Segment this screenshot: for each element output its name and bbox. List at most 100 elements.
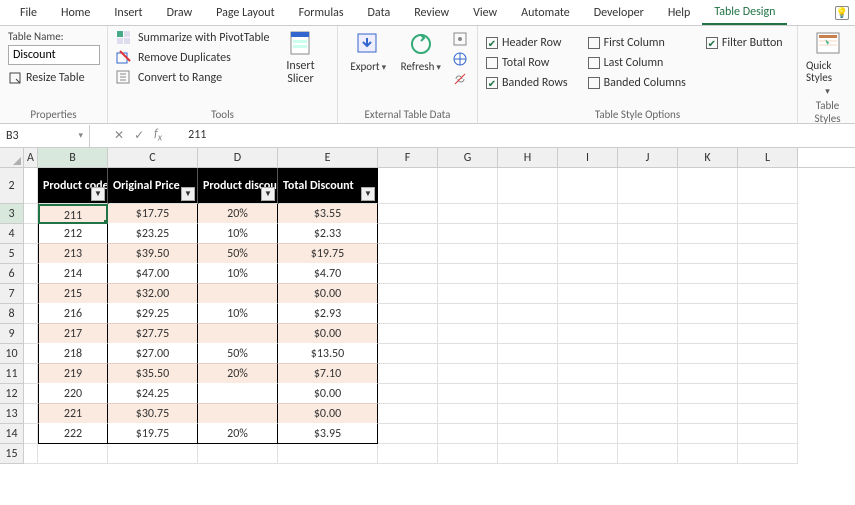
cell[interactable] <box>498 204 558 224</box>
row-header[interactable]: 15 <box>0 444 24 464</box>
column-header-G[interactable]: G <box>438 148 498 167</box>
name-box[interactable]: B3▾ <box>0 125 90 147</box>
cell[interactable] <box>378 344 438 364</box>
summarize-pivot-button[interactable]: Summarize with PivotTable <box>116 30 270 46</box>
cell[interactable] <box>738 384 798 404</box>
export-button[interactable]: Export <box>346 30 391 73</box>
cell[interactable] <box>558 264 618 284</box>
opt-first-column[interactable]: First Column <box>588 36 686 50</box>
table-cell[interactable]: 10% <box>198 264 278 284</box>
cell[interactable] <box>738 444 798 464</box>
quick-styles-button[interactable]: Quick Styles ▾ <box>806 30 849 97</box>
row-header[interactable]: 5 <box>0 244 24 264</box>
table-cell[interactable]: 20% <box>198 424 278 444</box>
tab-help[interactable]: Help <box>656 2 703 24</box>
cell[interactable] <box>378 444 438 464</box>
cell[interactable] <box>378 224 438 244</box>
column-header-L[interactable]: L <box>738 148 798 167</box>
table-name-input[interactable] <box>8 45 100 65</box>
cell[interactable] <box>498 324 558 344</box>
cell[interactable] <box>618 224 678 244</box>
cell[interactable] <box>738 424 798 444</box>
filter-icon[interactable]: ▼ <box>261 187 275 201</box>
table-cell[interactable]: $27.00 <box>108 344 198 364</box>
table-header[interactable]: Original Price▼ <box>108 168 198 204</box>
opt-banded-columns[interactable]: Banded Columns <box>588 76 686 90</box>
cell[interactable] <box>678 404 738 424</box>
remove-duplicates-button[interactable]: Remove Duplicates <box>116 50 270 66</box>
cell[interactable] <box>558 384 618 404</box>
cell[interactable] <box>738 224 798 244</box>
resize-table-button[interactable]: Resize Table <box>8 71 85 85</box>
table-cell[interactable]: $0.00 <box>278 284 378 304</box>
cell[interactable] <box>378 204 438 224</box>
cell[interactable] <box>738 204 798 224</box>
table-cell[interactable]: $7.10 <box>278 364 378 384</box>
table-cell[interactable]: 10% <box>198 224 278 244</box>
cell[interactable] <box>558 364 618 384</box>
cell[interactable] <box>558 404 618 424</box>
cell[interactable] <box>198 444 278 464</box>
cell[interactable] <box>438 404 498 424</box>
row-header[interactable]: 11 <box>0 364 24 384</box>
table-cell[interactable]: $39.50 <box>108 244 198 264</box>
cell[interactable] <box>678 304 738 324</box>
table-cell[interactable]: $27.75 <box>108 324 198 344</box>
table-cell[interactable]: 214 <box>38 264 108 284</box>
row-header[interactable]: 14 <box>0 424 24 444</box>
formula-bar-value[interactable]: 211 <box>172 128 206 142</box>
table-cell[interactable]: $23.25 <box>108 224 198 244</box>
tab-draw[interactable]: Draw <box>155 2 205 24</box>
cell[interactable] <box>378 324 438 344</box>
cell[interactable] <box>678 204 738 224</box>
cell[interactable] <box>498 264 558 284</box>
table-cell[interactable]: $32.00 <box>108 284 198 304</box>
filter-icon[interactable]: ▼ <box>91 187 105 201</box>
cell[interactable] <box>438 304 498 324</box>
cell[interactable] <box>438 344 498 364</box>
cell[interactable] <box>378 424 438 444</box>
table-cell[interactable]: $19.75 <box>278 244 378 264</box>
cell[interactable] <box>38 444 108 464</box>
table-cell[interactable]: 219 <box>38 364 108 384</box>
table-cell[interactable]: 215 <box>38 284 108 304</box>
open-browser-icon[interactable] <box>451 50 469 68</box>
cell[interactable] <box>438 284 498 304</box>
cell[interactable] <box>678 224 738 244</box>
row-header[interactable]: 2 <box>0 168 24 204</box>
tab-home[interactable]: Home <box>49 2 102 24</box>
table-cell[interactable]: $30.75 <box>108 404 198 424</box>
table-cell[interactable] <box>198 284 278 304</box>
column-header-D[interactable]: D <box>198 148 278 167</box>
cell[interactable] <box>738 344 798 364</box>
tab-pagelayout[interactable]: Page Layout <box>204 2 286 24</box>
table-cell[interactable] <box>198 324 278 344</box>
cell[interactable] <box>678 284 738 304</box>
cell[interactable] <box>558 444 618 464</box>
cell[interactable] <box>738 324 798 344</box>
opt-filter-button[interactable]: Filter Button <box>706 36 783 50</box>
cancel-icon[interactable]: ✕ <box>114 128 124 143</box>
table-cell[interactable]: $3.55 <box>278 204 378 224</box>
tab-formulas[interactable]: Formulas <box>287 2 356 24</box>
cell[interactable] <box>498 444 558 464</box>
cell[interactable] <box>378 264 438 284</box>
row-header[interactable]: 3 <box>0 204 24 224</box>
row-header[interactable]: 12 <box>0 384 24 404</box>
cell[interactable] <box>378 304 438 324</box>
cell[interactable] <box>108 444 198 464</box>
column-header-J[interactable]: J <box>618 148 678 167</box>
cell[interactable] <box>558 424 618 444</box>
select-all-corner[interactable] <box>0 148 24 167</box>
column-header-A[interactable]: A <box>24 148 38 167</box>
tab-file[interactable]: File <box>8 2 49 24</box>
fx-icon[interactable]: fx <box>154 127 162 143</box>
row-header[interactable]: 9 <box>0 324 24 344</box>
tab-review[interactable]: Review <box>402 2 461 24</box>
cell[interactable] <box>438 264 498 284</box>
cell[interactable] <box>438 224 498 244</box>
row-header[interactable]: 10 <box>0 344 24 364</box>
cell[interactable] <box>438 424 498 444</box>
cell[interactable] <box>438 324 498 344</box>
cell[interactable] <box>678 244 738 264</box>
